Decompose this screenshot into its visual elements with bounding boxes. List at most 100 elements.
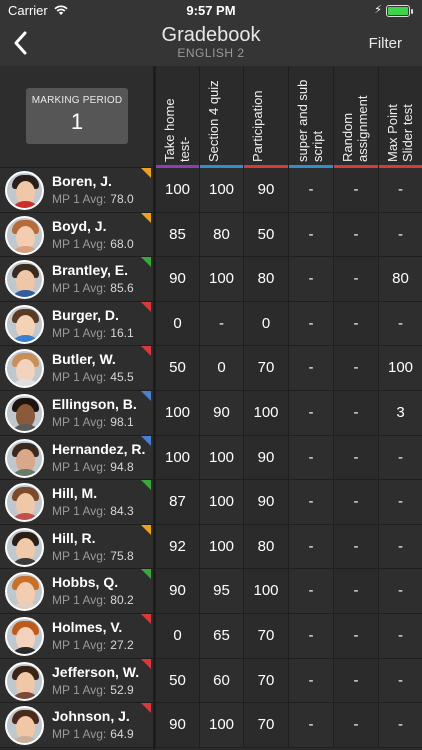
column-header-4[interactable]: super and sub script bbox=[288, 66, 333, 168]
column-header-5[interactable]: Random assignment bbox=[333, 66, 378, 168]
filter-button[interactable]: Filter bbox=[369, 35, 402, 52]
student-info[interactable]: Butler, W. MP 1 Avg: 45.5 bbox=[0, 346, 153, 391]
score-cell[interactable]: 100 bbox=[155, 435, 199, 481]
score-cell[interactable]: - bbox=[288, 212, 333, 258]
score-cell[interactable]: 100 bbox=[243, 391, 288, 436]
score-cell[interactable]: 70 bbox=[243, 614, 288, 659]
score-cell[interactable]: 100 bbox=[199, 257, 243, 302]
score-cell[interactable]: 80 bbox=[243, 257, 288, 302]
score-cell[interactable]: - bbox=[288, 614, 333, 659]
score-cell[interactable]: - bbox=[333, 346, 378, 391]
score-cell[interactable]: 100 bbox=[155, 168, 199, 213]
student-info[interactable]: Hobbs, Q. MP 1 Avg: 80.2 bbox=[0, 569, 153, 614]
score-cell[interactable]: - bbox=[288, 301, 333, 347]
score-cell[interactable]: 50 bbox=[155, 658, 199, 704]
score-cell[interactable]: - bbox=[288, 480, 333, 525]
score-cell[interactable]: 100 bbox=[378, 346, 422, 391]
score-cell[interactable]: 95 bbox=[199, 569, 243, 614]
score-cell[interactable]: 0 bbox=[155, 301, 199, 347]
score-cell[interactable]: - bbox=[333, 435, 378, 481]
score-cell[interactable]: 3 bbox=[378, 391, 422, 436]
score-cell[interactable]: - bbox=[378, 168, 422, 213]
score-cell[interactable]: 70 bbox=[243, 658, 288, 704]
score-cell[interactable]: - bbox=[333, 658, 378, 704]
score-cell[interactable]: 50 bbox=[243, 212, 288, 258]
student-info[interactable]: Boren, J. MP 1 Avg: 78.0 bbox=[0, 168, 153, 213]
column-header-1[interactable]: Take home test- bbox=[155, 66, 199, 168]
student-info[interactable]: Holmes, V. MP 1 Avg: 27.2 bbox=[0, 614, 153, 659]
score-cell[interactable]: 60 bbox=[199, 658, 243, 704]
score-cell[interactable]: 100 bbox=[199, 168, 243, 213]
student-info[interactable]: Boyd, J. MP 1 Avg: 68.0 bbox=[0, 212, 153, 258]
score-cell[interactable]: 87 bbox=[155, 480, 199, 525]
score-cell[interactable]: - bbox=[288, 391, 333, 436]
score-cell[interactable]: - bbox=[378, 301, 422, 347]
score-cell[interactable]: - bbox=[378, 435, 422, 481]
score-cell[interactable]: - bbox=[378, 703, 422, 748]
student-info[interactable]: Johnson, J. MP 1 Avg: 64.9 bbox=[0, 703, 153, 748]
student-info[interactable]: Jefferson, W. MP 1 Avg: 52.9 bbox=[0, 658, 153, 704]
score-cell[interactable]: - bbox=[378, 614, 422, 659]
student-name: Brantley, E. bbox=[52, 262, 128, 279]
score-cell[interactable]: 0 bbox=[243, 301, 288, 347]
score-cell[interactable]: 100 bbox=[199, 524, 243, 570]
score-cell[interactable]: 80 bbox=[199, 212, 243, 258]
score-cell[interactable]: - bbox=[288, 524, 333, 570]
score-cell[interactable]: - bbox=[333, 301, 378, 347]
column-header-6[interactable]: Max Point Slider test bbox=[378, 66, 422, 168]
score-cell[interactable]: - bbox=[378, 480, 422, 525]
score-cell[interactable]: - bbox=[378, 524, 422, 570]
score-cell[interactable]: 100 bbox=[199, 435, 243, 481]
score-cell[interactable]: - bbox=[288, 435, 333, 481]
score-cell[interactable]: 90 bbox=[199, 391, 243, 436]
score-cell[interactable]: - bbox=[333, 480, 378, 525]
score-cell[interactable]: 85 bbox=[155, 212, 199, 258]
score-cell[interactable]: - bbox=[288, 257, 333, 302]
score-cell[interactable]: 90 bbox=[155, 569, 199, 614]
score-cell[interactable]: - bbox=[333, 168, 378, 213]
student-info[interactable]: Ellingson, B. MP 1 Avg: 98.1 bbox=[0, 391, 153, 436]
score-cell[interactable]: 65 bbox=[199, 614, 243, 659]
student-info[interactable]: Hill, R. MP 1 Avg: 75.8 bbox=[0, 524, 153, 570]
student-info[interactable]: Hill, M. MP 1 Avg: 84.3 bbox=[0, 480, 153, 525]
score-cell[interactable]: 80 bbox=[243, 524, 288, 570]
marking-period-selector[interactable]: MARKING PERIOD 1 bbox=[26, 88, 128, 144]
score-cell[interactable]: 90 bbox=[243, 435, 288, 481]
score-cell[interactable]: 100 bbox=[199, 480, 243, 525]
score-cell[interactable]: - bbox=[333, 569, 378, 614]
score-cell[interactable]: 70 bbox=[243, 703, 288, 748]
student-info[interactable]: Hernandez, R. MP 1 Avg: 94.8 bbox=[0, 435, 153, 481]
score-cell[interactable]: 90 bbox=[155, 257, 199, 302]
score-cell[interactable]: - bbox=[333, 703, 378, 748]
score-cell[interactable]: 0 bbox=[199, 346, 243, 391]
student-info[interactable]: Burger, D. MP 1 Avg: 16.1 bbox=[0, 301, 153, 347]
score-cell[interactable]: - bbox=[378, 569, 422, 614]
score-cell[interactable]: 50 bbox=[155, 346, 199, 391]
score-cell[interactable]: - bbox=[333, 257, 378, 302]
student-info[interactable]: Brantley, E. MP 1 Avg: 85.6 bbox=[0, 257, 153, 302]
score-cell[interactable]: 92 bbox=[155, 524, 199, 570]
score-cell[interactable]: - bbox=[199, 301, 243, 347]
score-cell[interactable]: - bbox=[333, 614, 378, 659]
score-cell[interactable]: 70 bbox=[243, 346, 288, 391]
score-cell[interactable]: - bbox=[333, 391, 378, 436]
score-cell[interactable]: 100 bbox=[155, 391, 199, 436]
score-cell[interactable]: - bbox=[333, 524, 378, 570]
score-cell[interactable]: - bbox=[288, 168, 333, 213]
score-cell[interactable]: 80 bbox=[378, 257, 422, 302]
score-cell[interactable]: - bbox=[378, 212, 422, 258]
score-cell[interactable]: - bbox=[288, 658, 333, 704]
score-cell[interactable]: 90 bbox=[243, 168, 288, 213]
score-cell[interactable]: - bbox=[378, 658, 422, 704]
score-cell[interactable]: - bbox=[288, 569, 333, 614]
score-cell[interactable]: - bbox=[333, 212, 378, 258]
score-cell[interactable]: 90 bbox=[243, 480, 288, 525]
score-cell[interactable]: 0 bbox=[155, 614, 199, 659]
score-cell[interactable]: - bbox=[288, 703, 333, 748]
column-header-2[interactable]: Section 4 quiz bbox=[199, 66, 243, 168]
column-header-3[interactable]: Participation bbox=[243, 66, 288, 168]
score-cell[interactable]: 90 bbox=[155, 703, 199, 748]
score-cell[interactable]: 100 bbox=[243, 569, 288, 614]
score-cell[interactable]: - bbox=[288, 346, 333, 391]
score-cell[interactable]: 100 bbox=[199, 703, 243, 748]
